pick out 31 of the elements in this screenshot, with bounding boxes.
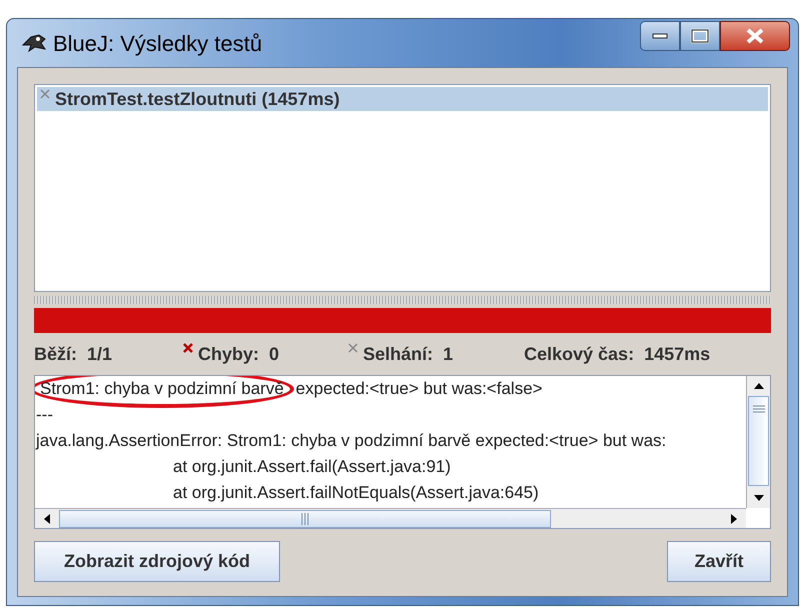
minimize-icon [652,33,668,39]
grip-icon [301,512,309,524]
maximize-icon [691,29,709,43]
close-button[interactable] [720,21,790,51]
highlighted-text: Strom1: chyba v podzimní barvě [35,376,294,408]
grip-icon [752,405,764,413]
bird-icon [21,33,47,53]
window-title: BlueJ: Výsledky testů [53,30,262,58]
trace-line: expected:<true> but was:<false> [296,378,542,400]
stat-label: Chyby: [198,342,260,366]
test-result-item[interactable]: StromTest.testZloutnuti (1457ms) [37,87,768,111]
stat-value: 1/1 [87,342,112,366]
close-icon [746,28,764,44]
stat-value: 1 [443,342,454,366]
stat-label: Celkový čas: [524,342,634,366]
vertical-scrollbar[interactable] [746,376,770,508]
scroll-thumb[interactable] [59,510,551,528]
scroll-thumb[interactable] [748,396,769,486]
trace-line: at org.junit.Assert.failNotEquals(Assert.java:645) [173,482,539,504]
stat-value: 1457ms [644,342,710,366]
close-dialog-button[interactable]: Zavřít [667,541,771,582]
stat-label: Selhání: [363,342,434,366]
trace-line: java.lang.AssertionError: Strom1: chyba v podzimní barvě expected:<true> but was: [36,430,666,452]
stat-label: Běží: [34,342,78,366]
maximize-button[interactable] [680,21,720,51]
horizontal-scrollbar[interactable] [35,508,746,528]
stat-value: 0 [269,342,280,366]
failure-x-icon [39,88,51,100]
show-source-button[interactable]: Zobrazit zdrojový kód [34,541,280,582]
minimize-button[interactable] [640,21,680,51]
trace-line: at org.junit.Assert.fail(Assert.java:91) [173,456,451,478]
